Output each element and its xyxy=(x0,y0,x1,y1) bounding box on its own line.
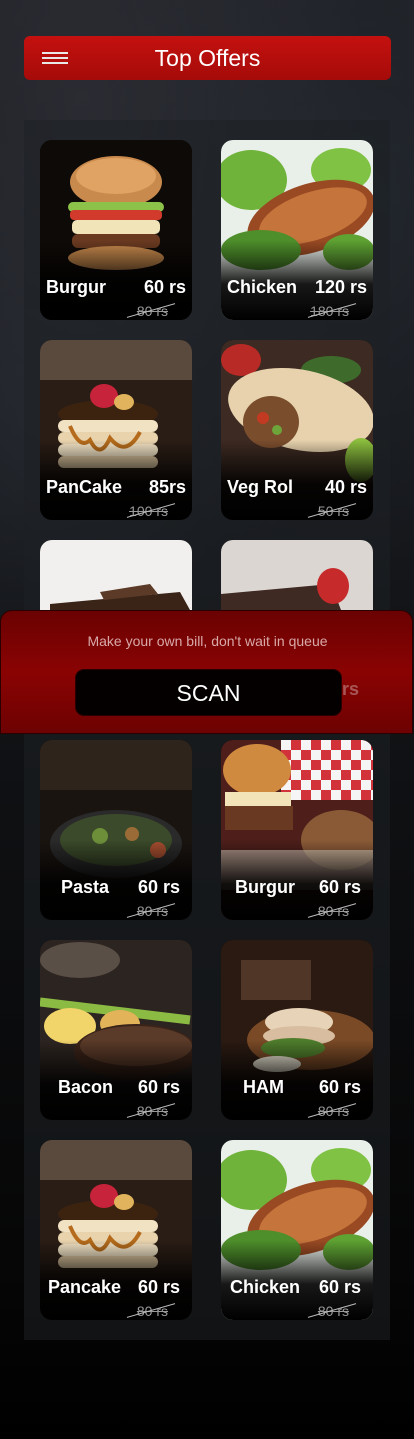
hidden-card-price: rs xyxy=(342,679,360,699)
offer-name: Chicken xyxy=(227,277,298,297)
offer-name: Bacon xyxy=(58,1077,114,1097)
offer-card-chicken-2[interactable]: Chicken 60 rs 80 rs xyxy=(221,1140,373,1320)
offer-price: 60 rs xyxy=(137,877,180,897)
offer-price: 60 rs xyxy=(318,1277,361,1297)
offer-card-burgur-2[interactable]: Burgur 60 rs 80 rs xyxy=(221,740,373,920)
offer-price: 120 rs xyxy=(314,277,367,297)
offer-card-ham[interactable]: HAM 60 rs 80 rs xyxy=(221,940,373,1120)
offer-price: 60 rs xyxy=(318,877,361,897)
page-title: Top Offers xyxy=(154,45,261,71)
offer-name: HAM xyxy=(243,1077,284,1097)
offer-price: 85rs xyxy=(148,477,186,497)
offer-name: Burgur xyxy=(46,277,106,297)
offer-card-pasta[interactable]: Pasta 60 rs 80 rs xyxy=(40,740,192,920)
offer-name: Veg Rol xyxy=(227,477,294,497)
offer-card-veg-rol[interactable]: Veg Rol 40 rs 50 rs xyxy=(221,340,373,520)
scan-bill-modal: Make your own bill, don't wait in queue … xyxy=(0,610,413,734)
offer-price: 40 rs xyxy=(324,477,367,497)
offer-name: PanCake xyxy=(46,477,123,497)
offer-card-bacon[interactable]: Bacon 60 rs 80 rs xyxy=(40,940,192,1120)
top-bar: Top Offers xyxy=(24,36,391,80)
offer-card-burgur[interactable]: Burgur 60 rs 80 rs xyxy=(40,140,192,320)
offer-price: 60 rs xyxy=(143,277,186,297)
offer-price: 60 rs xyxy=(318,1077,361,1097)
offer-card-pancake-2[interactable]: Pancake 60 rs 80 rs xyxy=(40,1140,192,1320)
offer-name: Pasta xyxy=(61,877,110,897)
offer-card-chicken[interactable]: Chicken 120 rs 180 rs xyxy=(221,140,373,320)
offer-price: 60 rs xyxy=(137,1277,180,1297)
offer-price: 60 rs xyxy=(137,1077,180,1097)
offer-name: Pancake xyxy=(48,1277,122,1297)
offer-card-pancake[interactable]: PanCake 85rs 100 rs xyxy=(40,340,192,520)
offer-name: Burgur xyxy=(235,877,295,897)
offer-name: Chicken xyxy=(230,1277,301,1297)
scan-button[interactable]: SCAN xyxy=(75,669,342,716)
scan-message: Make your own bill, don't wait in queue xyxy=(87,633,328,649)
